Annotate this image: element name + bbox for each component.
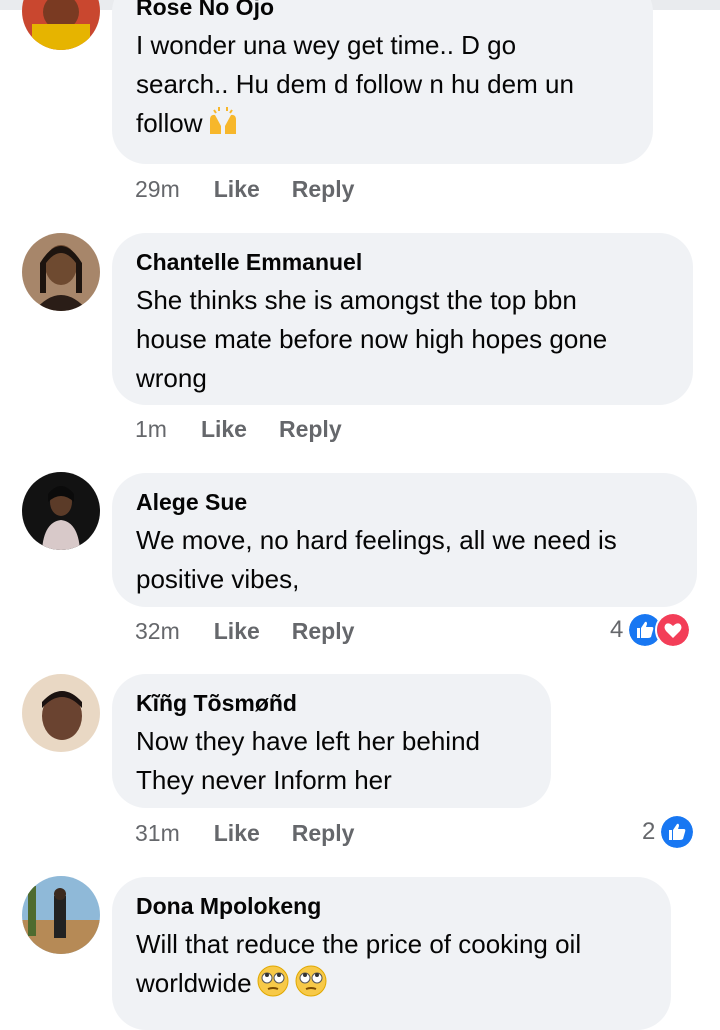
reaction-summary[interactable]: 4 bbox=[610, 612, 692, 648]
commenter-name[interactable]: Chantelle Emmanuel bbox=[136, 248, 669, 276]
comment-text: I wonder una wey get time.. D go search.… bbox=[136, 26, 629, 143]
comment-line: wrong bbox=[136, 363, 207, 393]
like-button[interactable]: Like bbox=[214, 820, 260, 847]
like-icon bbox=[659, 814, 696, 850]
reply-button[interactable]: Reply bbox=[292, 820, 355, 847]
comment-text: We move, no hard feelings, all we need i… bbox=[136, 521, 673, 599]
comment-bubble: Alege Sue We move, no hard feelings, all… bbox=[112, 473, 697, 607]
reply-button[interactable]: Reply bbox=[292, 176, 355, 203]
comment-bubble: Dona Mpolokeng Will that reduce the pric… bbox=[112, 877, 671, 1030]
comment-actions: 1m Like Reply bbox=[135, 416, 374, 443]
reaction-count: 2 bbox=[642, 818, 656, 845]
like-button[interactable]: Like bbox=[201, 416, 247, 443]
comment-line: positive vibes, bbox=[136, 564, 300, 594]
avatar[interactable] bbox=[22, 674, 100, 752]
avatar[interactable] bbox=[22, 472, 100, 550]
love-icon bbox=[655, 612, 692, 648]
comment-actions: 29m Like Reply bbox=[135, 176, 386, 203]
comment-actions: 32m Like Reply bbox=[135, 618, 386, 645]
comment-line: We move, no hard feelings, all we need i… bbox=[136, 525, 617, 555]
eye-roll-emoji bbox=[295, 965, 327, 997]
comment-text: Now they have left her behind They never… bbox=[136, 722, 527, 800]
commenter-name[interactable]: Kĩñg Tõsmøñd bbox=[136, 689, 527, 717]
comment-time[interactable]: 31m bbox=[135, 820, 180, 847]
comment-bubble: Chantelle Emmanuel She thinks she is amo… bbox=[112, 233, 693, 405]
like-button[interactable]: Like bbox=[214, 176, 260, 203]
comment-bubble: Rose No Ojo I wonder una wey get time.. … bbox=[112, 0, 653, 164]
comment-text: Will that reduce the price of cooking oi… bbox=[136, 925, 647, 1003]
like-button[interactable]: Like bbox=[214, 618, 260, 645]
comment-line: She thinks she is amongst the top bbn bbox=[136, 285, 577, 315]
comment-line: I wonder una wey get time.. D go bbox=[136, 30, 517, 60]
raised-hands-emoji bbox=[210, 107, 237, 134]
comment-time[interactable]: 29m bbox=[135, 176, 180, 203]
avatar[interactable] bbox=[22, 233, 100, 311]
eye-roll-emoji bbox=[257, 965, 289, 997]
reply-button[interactable]: Reply bbox=[292, 618, 355, 645]
comment-actions: 31m Like Reply bbox=[135, 820, 386, 847]
comment-time[interactable]: 1m bbox=[135, 416, 167, 443]
commenter-name[interactable]: Rose No Ojo bbox=[136, 0, 629, 21]
comment-line: Will that reduce the price of cooking oi… bbox=[136, 929, 582, 959]
reaction-summary[interactable]: 2 bbox=[642, 814, 696, 850]
avatar[interactable] bbox=[22, 0, 100, 50]
comment-bubble: Kĩñg Tõsmøñd Now they have left her behi… bbox=[112, 674, 551, 808]
comment-time[interactable]: 32m bbox=[135, 618, 180, 645]
comment-line: Now they have left her behind bbox=[136, 726, 480, 756]
commenter-name[interactable]: Dona Mpolokeng bbox=[136, 892, 647, 920]
comment-line: follow bbox=[136, 108, 203, 138]
comment-text: She thinks she is amongst the top bbn ho… bbox=[136, 281, 669, 398]
comment-line: They never Inform her bbox=[136, 765, 392, 795]
comment-line: worldwide bbox=[136, 968, 252, 998]
comment-line: house mate before now high hopes gone bbox=[136, 324, 608, 354]
avatar[interactable] bbox=[22, 876, 100, 954]
commenter-name[interactable]: Alege Sue bbox=[136, 488, 673, 516]
comment-line: search.. Hu dem d follow n hu dem un bbox=[136, 69, 574, 99]
reaction-count: 4 bbox=[610, 616, 624, 643]
reply-button[interactable]: Reply bbox=[279, 416, 342, 443]
